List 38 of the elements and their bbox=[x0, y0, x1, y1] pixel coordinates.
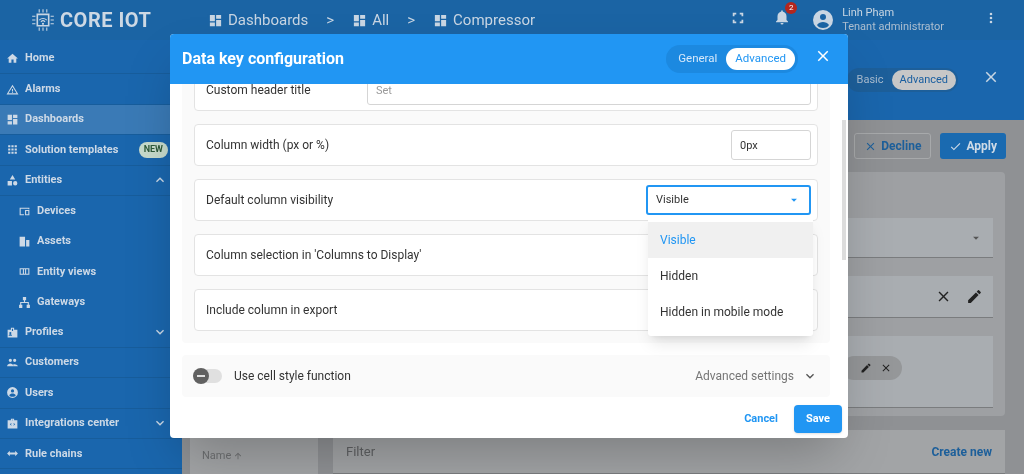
sidebar-item[interactable]: Rule chains bbox=[0, 439, 182, 470]
field-label: Include column in export bbox=[206, 302, 338, 319]
breadcrumb-separator: > bbox=[326, 9, 335, 31]
field-label: Column width (px or %) bbox=[206, 137, 330, 154]
editor-tab[interactable]: Advanced bbox=[891, 69, 956, 91]
logo-text: CORE IOT bbox=[60, 7, 152, 34]
user-name: Linh Phạm bbox=[842, 6, 896, 20]
breadcrumb-link[interactable]: Dashboards bbox=[208, 8, 309, 32]
editor-tab[interactable]: Basic bbox=[848, 69, 892, 91]
field-label: Default column visibility bbox=[206, 192, 334, 209]
apply-button[interactable]: Apply bbox=[940, 133, 1006, 159]
sidebar-item[interactable]: Entity views bbox=[0, 256, 182, 288]
input-field[interactable]: 0px bbox=[731, 130, 811, 160]
cancel-button[interactable]: Cancel bbox=[740, 405, 782, 433]
breadcrumb-link[interactable]: All bbox=[352, 8, 390, 32]
sidebar-item[interactable]: Devices bbox=[0, 195, 182, 227]
dialog-title: Data key configuration bbox=[182, 48, 345, 70]
new-badge: NEW bbox=[138, 142, 168, 158]
advanced-settings-expander[interactable]: Advanced settings bbox=[695, 367, 818, 385]
notification-count-badge: 2 bbox=[785, 1, 798, 14]
dropdown-option[interactable]: Visible bbox=[648, 222, 813, 258]
dropdown-option[interactable]: Hidden bbox=[648, 258, 813, 294]
sidebar-item[interactable]: Assets bbox=[0, 226, 182, 257]
user-role: Tenant administrator bbox=[842, 20, 944, 34]
decline-button[interactable]: Decline bbox=[854, 133, 932, 159]
sidebar-item[interactable]: Gateways bbox=[0, 287, 182, 318]
field-label: Custom header title bbox=[206, 84, 311, 99]
create-new-link[interactable]: Create new bbox=[931, 442, 992, 461]
dropdown-option[interactable]: Hidden in mobile mode bbox=[648, 294, 813, 330]
dialog-tab[interactable]: General bbox=[669, 48, 727, 70]
toggle-label: Use cell style function bbox=[234, 368, 352, 385]
dropdown[interactable]: Visible bbox=[646, 185, 811, 215]
input-field[interactable]: Set bbox=[367, 84, 811, 105]
breadcrumb-separator: > bbox=[407, 9, 416, 31]
field-label: Column selection in 'Columns to Display' bbox=[206, 247, 422, 264]
dialog-tab[interactable]: Advanced bbox=[726, 48, 795, 70]
breadcrumb-link[interactable]: Compressor bbox=[433, 8, 536, 32]
save-button[interactable]: Save bbox=[793, 405, 842, 433]
